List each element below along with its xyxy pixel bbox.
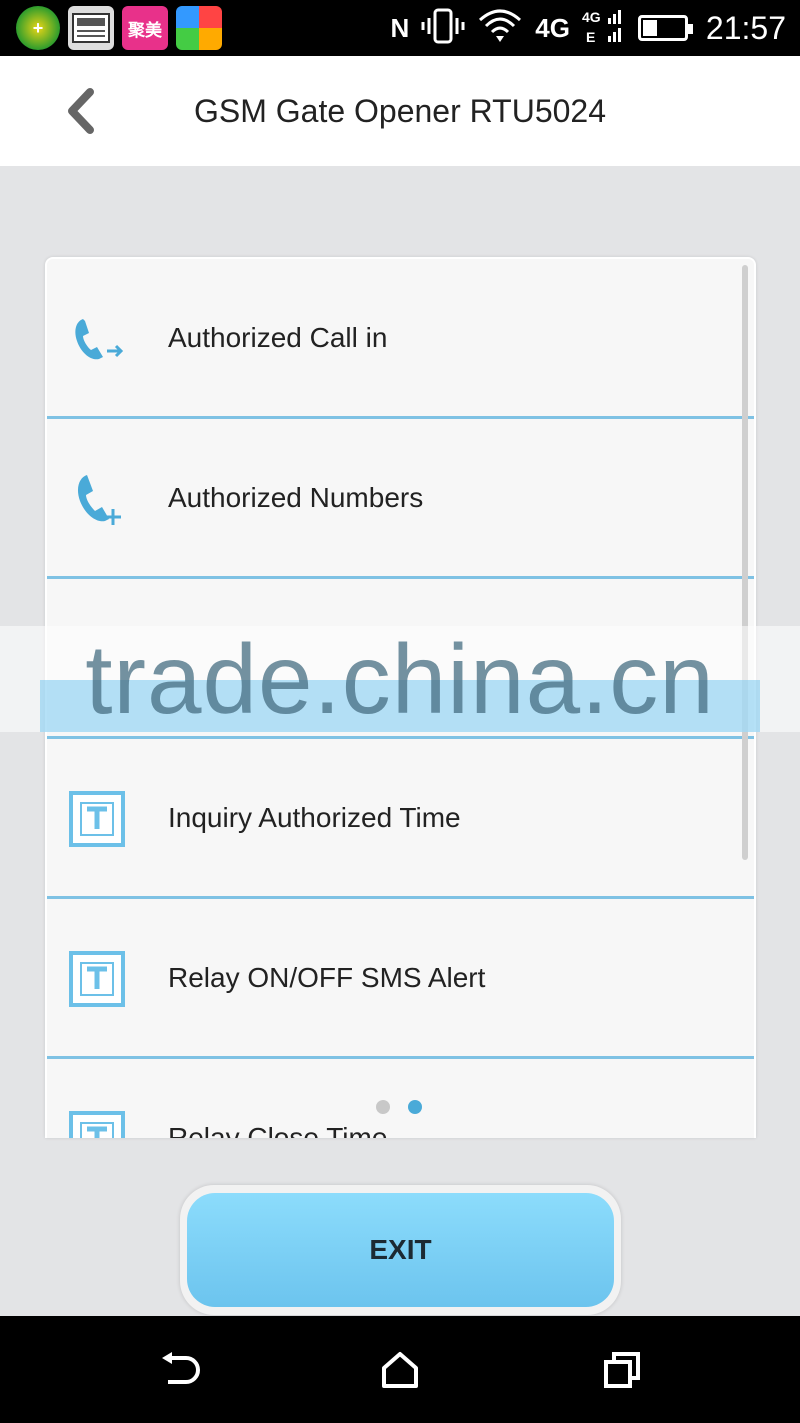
system-status-icons: N 4G 4G E 21:57	[390, 4, 786, 52]
nav-back-button[interactable]	[150, 1344, 210, 1396]
svg-text:E: E	[586, 29, 595, 45]
recents-icon	[604, 1352, 640, 1388]
watermark: trade.china.cn	[0, 626, 800, 732]
menu-item-authorized-numbers[interactable]: Authorized Numbers	[47, 419, 754, 579]
nav-recents-button[interactable]	[592, 1344, 652, 1396]
nfc-icon: N	[390, 12, 410, 43]
menu-item-relay-close-time[interactable]: Relay Close Time	[47, 1059, 754, 1138]
news-app-icon	[68, 6, 114, 50]
app-header: GSM Gate Opener RTU5024	[0, 56, 800, 166]
home-icon	[382, 1352, 418, 1388]
notification-icons: + 聚美	[16, 6, 222, 50]
menu-item-label: Relay ON/OFF SMS Alert	[168, 962, 486, 993]
t-box-icon	[69, 791, 125, 847]
back-icon	[162, 1352, 200, 1384]
clock: 21:57	[705, 9, 786, 46]
exit-button[interactable]: EXIT	[187, 1193, 614, 1307]
menu-item-label: Inquiry Authorized Time	[168, 802, 461, 833]
page-indicator	[376, 1100, 422, 1114]
page-dot[interactable]	[376, 1100, 390, 1114]
phone-arrow-icon	[75, 319, 124, 360]
scrollbar[interactable]	[742, 265, 748, 860]
menu-item-label: Authorized Numbers	[168, 482, 424, 513]
system-nav-bar	[0, 1316, 800, 1423]
signal-icon: 4G E	[582, 6, 626, 51]
jumei-app-icon: 聚美	[122, 6, 168, 50]
exit-button-frame: EXIT	[180, 1185, 621, 1315]
menu-item-authorized-call-in[interactable]: Authorized Call in	[47, 259, 754, 419]
menu-item-label: Authorized Call in	[168, 322, 388, 353]
battery-icon	[637, 15, 693, 41]
nav-home-button[interactable]	[370, 1344, 430, 1396]
vibrate-icon	[421, 8, 465, 49]
menu-item-relay-sms-alert[interactable]: Relay ON/OFF SMS Alert	[47, 899, 754, 1059]
back-button[interactable]	[56, 84, 106, 138]
chevron-left-icon	[68, 88, 94, 134]
wifi-icon	[477, 6, 523, 51]
svg-text:4G: 4G	[582, 9, 601, 25]
multicolor-app-icon	[176, 6, 222, 50]
page-dot-active[interactable]	[408, 1100, 422, 1114]
status-bar: + 聚美 N 4G 4G E 21:57	[0, 0, 800, 56]
phone-plus-icon	[77, 475, 121, 525]
page-title: GSM Gate Opener RTU5024	[193, 93, 607, 129]
network-4g-icon: 4G	[535, 12, 570, 43]
t-box-icon	[69, 1111, 125, 1138]
t-box-icon	[69, 951, 125, 1007]
menu-item-label: Relay Close Time	[168, 1122, 388, 1138]
menu-item-inquiry-authorized-time[interactable]: Inquiry Authorized Time	[47, 739, 754, 899]
watermark-text: trade.china.cn	[85, 624, 715, 734]
green-plus-app-icon: +	[16, 6, 60, 50]
